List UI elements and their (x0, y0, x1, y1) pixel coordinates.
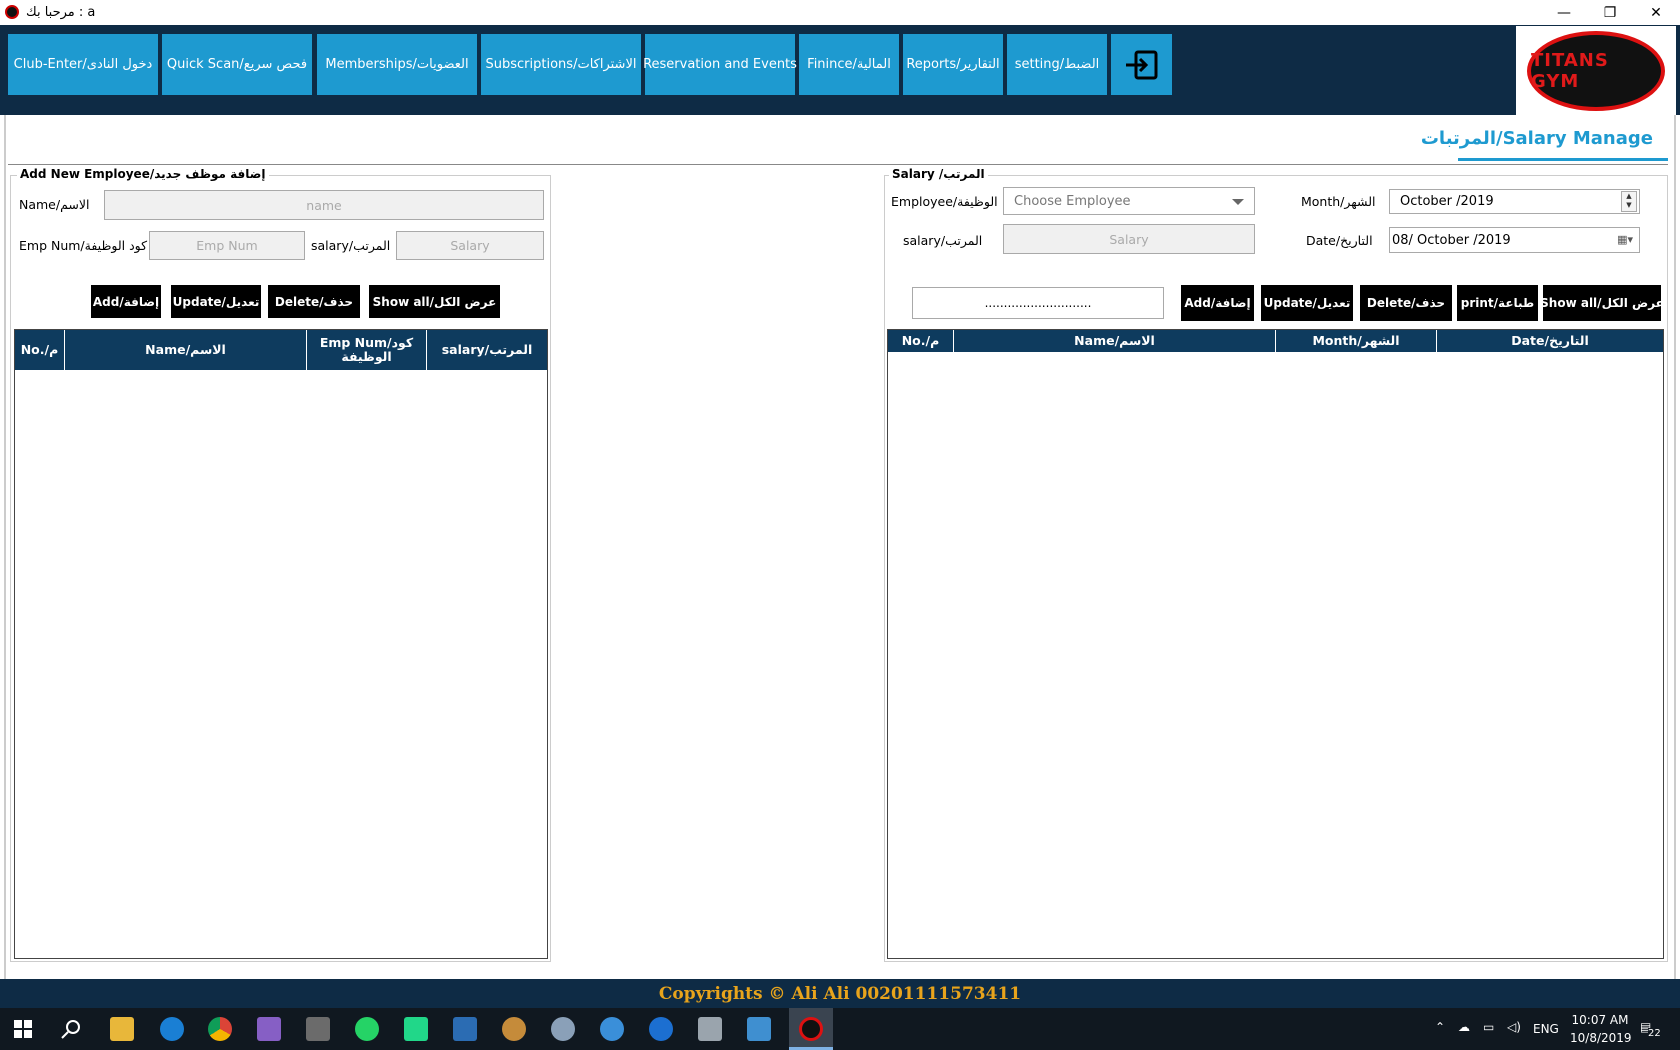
nav-club-enter[interactable]: Club-Enter/دخول النادى (8, 34, 158, 95)
month-label: Month/الشهر (1301, 194, 1376, 209)
col-empnum[interactable]: Emp Num/كود الوظيفة (307, 330, 427, 370)
empnum-label: Emp Num/كود الوظيفة (19, 238, 148, 253)
active-app-taskbar-button[interactable] (789, 1008, 833, 1050)
col-salary[interactable]: salary/المرتب (427, 330, 547, 370)
empnum-input[interactable]: Emp Num (149, 231, 305, 260)
month-value: October /2019 (1400, 194, 1494, 209)
database-icon[interactable] (698, 1017, 722, 1041)
restore-button[interactable]: ❐ (1587, 0, 1633, 25)
date-value: 08/ October /2019 (1392, 232, 1511, 248)
logo-text: TITANS GYM (1531, 50, 1609, 92)
name-input[interactable]: name (104, 190, 544, 220)
show-all-employees-button[interactable]: Show all/عرض الكل (369, 285, 500, 318)
window-app-icon[interactable] (453, 1017, 477, 1041)
notification-badge: 22 (1648, 1028, 1661, 1039)
windows-start-icon[interactable] (14, 1020, 32, 1038)
volume-icon[interactable]: ◁) (1507, 1020, 1521, 1034)
salary-amount-input[interactable]: Salary (1003, 224, 1255, 254)
salary-amount-label: salary/المرتب (903, 233, 983, 248)
employee-grid-header: No./م Name/الاسم Emp Num/كود الوظيفة sal… (15, 330, 547, 370)
edge-icon[interactable] (160, 1017, 184, 1041)
nav-reservation-events[interactable]: Reservation and Events (643, 34, 797, 95)
salary-label: salary/المرتب (311, 238, 391, 253)
employee-label: Employee/الوظيفة (891, 194, 998, 209)
network-app-icon[interactable] (551, 1017, 575, 1041)
chevron-up-icon[interactable]: ⌃ (1435, 1020, 1445, 1034)
taskbar: ⌃ ☁ ▭ ◁) ENG 10:07 AM 10/8/2019 ▤ 22 (0, 1008, 1680, 1050)
nav-reports[interactable]: Reports/التقارير (903, 34, 1003, 95)
minimize-button[interactable]: — (1541, 0, 1587, 25)
calendar-icon[interactable]: ▦▾ (1617, 233, 1633, 246)
employee-select-value: Choose Employee (1014, 193, 1131, 209)
delete-salary-button[interactable]: Delete/حذف (1360, 285, 1452, 321)
clock-time[interactable]: 10:07 AM (1570, 1013, 1630, 1027)
add-employee-legend: Add New Employee/إضافة موظف جديد (17, 167, 269, 181)
title-underline (1458, 158, 1668, 161)
pycharm-icon[interactable] (404, 1017, 428, 1041)
cloud-icon[interactable]: ☁ (1458, 1020, 1470, 1034)
add-salary-button[interactable]: Add/إضافة (1181, 285, 1254, 321)
delete-employee-button[interactable]: Delete/حذف (268, 285, 360, 318)
app-icon (5, 5, 19, 19)
col-no[interactable]: No./م (15, 330, 65, 370)
col-name[interactable]: Name/الاسم (954, 330, 1276, 352)
col-name[interactable]: Name/الاسم (65, 330, 307, 370)
update-salary-button[interactable]: Update/تعديل (1261, 285, 1353, 321)
col-month[interactable]: Month/الشهر (1276, 330, 1437, 352)
file-explorer-icon[interactable] (110, 1017, 134, 1041)
language-indicator[interactable]: ENG (1533, 1022, 1559, 1036)
salary-grid[interactable]: No./م Name/الاسم Month/الشهر Date/التاري… (887, 329, 1664, 959)
search-icon[interactable] (61, 1019, 81, 1039)
col-date[interactable]: Date/التاريخ (1437, 330, 1663, 352)
browser-icon[interactable] (600, 1017, 624, 1041)
gym-app-icon (799, 1017, 823, 1041)
employee-select[interactable]: Choose Employee (1003, 187, 1255, 215)
close-button[interactable]: ✕ (1633, 0, 1679, 25)
footer: Copyrights © Ali Ali 00201111573411 (0, 979, 1680, 1008)
employee-grid[interactable]: No./م Name/الاسم Emp Num/كود الوظيفة sal… (14, 329, 548, 959)
nav-memberships[interactable]: Memberships/العضويات (317, 34, 477, 95)
add-employee-button[interactable]: Add/إضافة (91, 285, 161, 318)
salary-input[interactable]: Salary (396, 231, 544, 260)
window-titlebar: مرحبا بك : a — ❐ ✕ (0, 0, 1680, 25)
print-button[interactable]: print/طباعة (1457, 285, 1538, 321)
tools-icon[interactable] (306, 1017, 330, 1041)
paint-icon[interactable] (502, 1017, 526, 1041)
network-icon[interactable]: ▭ (1483, 1020, 1494, 1034)
salary-grid-header: No./م Name/الاسم Month/الشهر Date/التاري… (888, 330, 1663, 352)
date-picker[interactable]: 08/ October /2019 ▦▾ (1389, 227, 1640, 253)
exit-button[interactable] (1111, 34, 1172, 95)
logout-icon (1125, 50, 1157, 79)
chevron-down-icon (1232, 199, 1244, 205)
sql-tool-icon[interactable] (747, 1017, 771, 1041)
copyright-text: Copyrights © Ali Ali 00201111573411 (658, 983, 1022, 1004)
chrome-icon[interactable] (208, 1017, 232, 1041)
visual-studio-icon[interactable] (257, 1017, 281, 1041)
clock-date[interactable]: 10/8/2019 (1570, 1031, 1632, 1045)
teamviewer-icon[interactable] (649, 1017, 673, 1041)
update-employee-button[interactable]: Update/تعديل (171, 285, 261, 318)
top-nav-bar: Club-Enter/دخول النادى Quick Scan/فحص سر… (0, 25, 1680, 115)
nav-quick-scan[interactable]: Quick Scan/فحص سريع (162, 34, 312, 95)
name-label: Name/الاسم (19, 197, 90, 212)
salary-legend: Salary /المرتب (889, 167, 988, 181)
show-all-salaries-button[interactable]: Show all/عرض الكل (1540, 285, 1664, 321)
col-no[interactable]: No./م (888, 330, 954, 352)
month-picker[interactable]: October /2019 ▲ ▼ (1389, 189, 1640, 214)
nav-subscriptions[interactable]: Subscriptions/الاشتراكات (481, 34, 641, 95)
gym-logo: TITANS GYM (1527, 31, 1665, 111)
window-title: مرحبا بك : a (26, 5, 96, 20)
month-spinner[interactable]: ▲ ▼ (1621, 191, 1637, 212)
page-title: المرتبات/Salary Manage (1420, 128, 1653, 149)
whatsapp-icon[interactable] (355, 1017, 379, 1041)
search-input[interactable]: ............................ (912, 287, 1164, 319)
divider (8, 164, 1668, 165)
nav-finance[interactable]: Finince/المالية (799, 34, 899, 95)
date-label: Date/التاريخ (1306, 233, 1373, 248)
nav-settings[interactable]: setting/الضبط (1007, 34, 1107, 95)
